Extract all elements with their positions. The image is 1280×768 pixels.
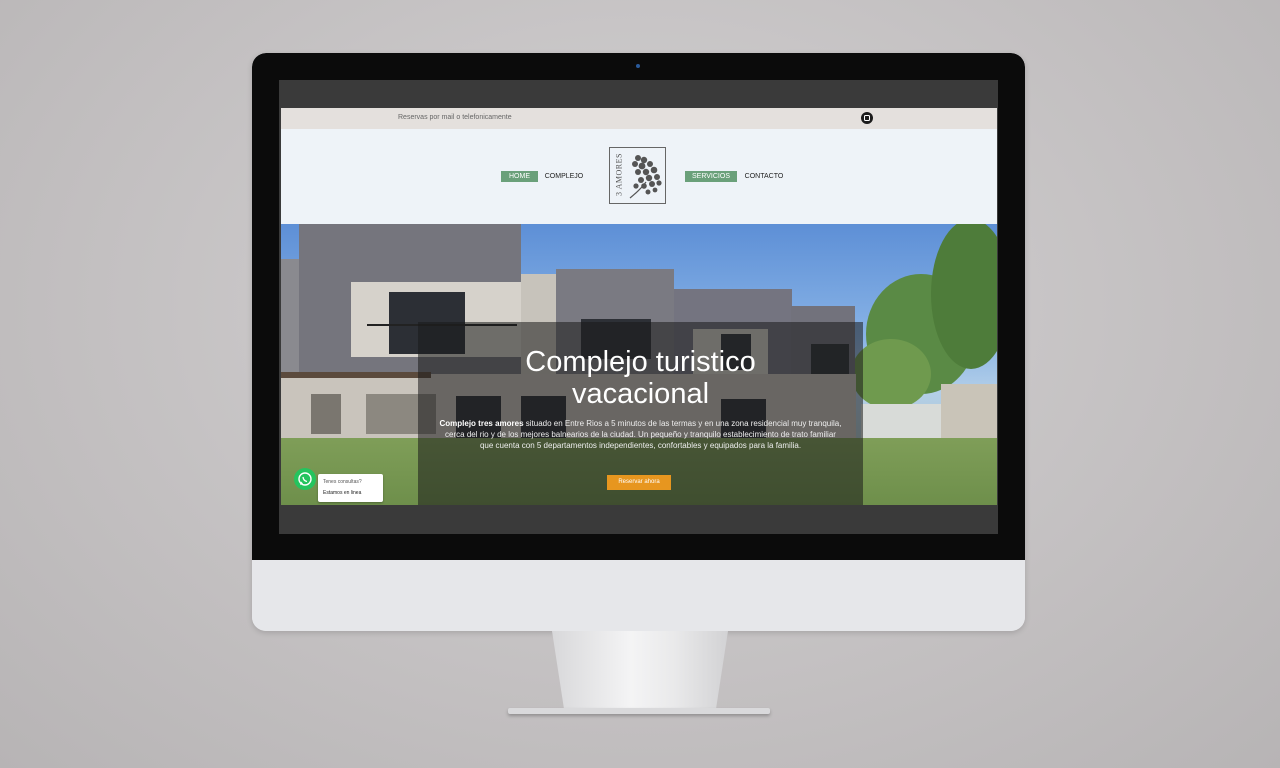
monitor-bezel: Reservas por mail o telefonicamente HOME… <box>252 53 1025 560</box>
whatsapp-status: Estamos en linea <box>323 490 362 496</box>
instagram-icon[interactable] <box>861 112 873 124</box>
hero-title-line2: vacacional <box>571 378 710 410</box>
nav-servicios[interactable]: SERVICIOS <box>685 171 737 182</box>
hero-section: Complejo turistico vacacional Complejo t… <box>281 224 997 505</box>
top-bar: Reservas por mail o telefonicamente <box>281 108 997 129</box>
monitor-screen: Reservas por mail o telefonicamente HOME… <box>279 80 998 534</box>
whatsapp-button[interactable] <box>294 468 316 490</box>
nav-home[interactable]: HOME <box>501 171 538 182</box>
main-nav: HOME COMPLEJO 3 AMORES SERVICIOS CONTACT… <box>281 129 997 224</box>
tree-logo-icon <box>629 155 662 199</box>
site-logo[interactable]: 3 AMORES <box>609 147 666 204</box>
website: Reservas por mail o telefonicamente HOME… <box>281 108 997 505</box>
camera-dot <box>636 64 640 68</box>
hero-title: Complejo turistico vacacional <box>418 346 863 410</box>
monitor-stand <box>552 631 728 711</box>
whatsapp-chat-bubble[interactable]: Tenes consultas? Estamos en linea <box>318 474 383 502</box>
monitor-chin <box>252 560 1025 631</box>
whatsapp-question: Tenes consultas? <box>323 479 362 485</box>
whatsapp-icon <box>298 472 312 486</box>
reservar-ahora-button[interactable]: Reservar ahora <box>607 475 671 490</box>
topbar-text: Reservas por mail o telefonicamente <box>398 114 512 121</box>
monitor-frame: Reservas por mail o telefonicamente HOME… <box>252 53 1025 631</box>
hero-description: Complejo tres amores situado en Entre Ri… <box>438 418 843 451</box>
nav-contacto[interactable]: CONTACTO <box>742 171 786 182</box>
hero-title-line1: Complejo turistico <box>525 346 756 378</box>
monitor-base <box>508 708 770 714</box>
nav-complejo[interactable]: COMPLEJO <box>543 171 585 182</box>
logo-text: 3 AMORES <box>614 153 624 196</box>
hero-description-bold: Complejo tres amores <box>439 419 524 428</box>
